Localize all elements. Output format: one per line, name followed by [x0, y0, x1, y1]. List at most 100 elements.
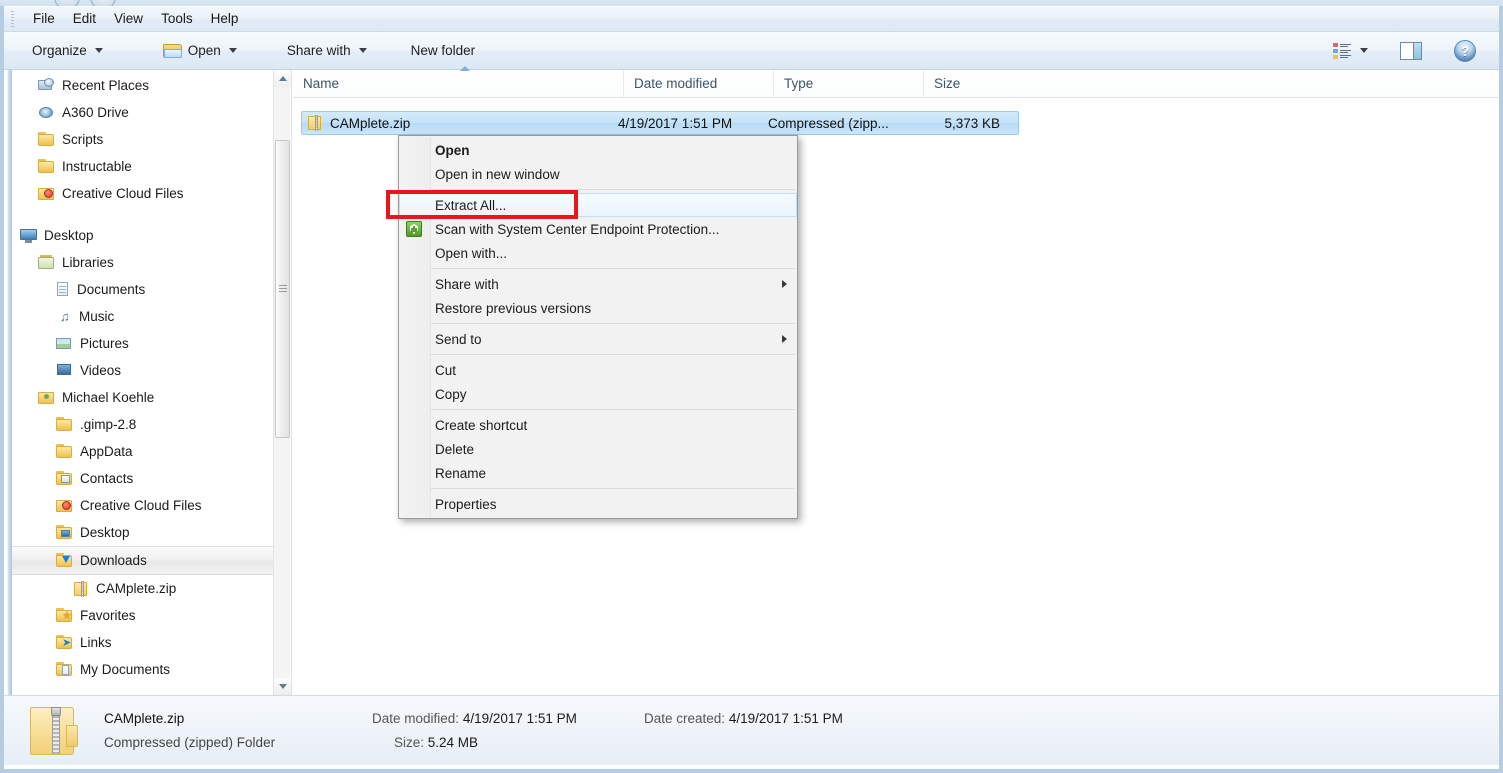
context-menu: Open Open in new window Extract All... Scan… — [398, 135, 798, 519]
help-button[interactable]: ? — [1449, 37, 1481, 65]
sidebar-item-label: Downloads — [80, 553, 147, 568]
sidebar-item-appdata[interactable]: AppData — [12, 438, 274, 465]
desktop-monitor-icon — [20, 228, 37, 243]
context-menu-item-label: Create shortcut — [435, 417, 528, 433]
sidebar-item-instructable[interactable]: Instructable — [12, 153, 274, 180]
my-documents-folder-icon — [56, 662, 73, 677]
favorites-folder-icon: ★ — [56, 608, 73, 623]
command-toolbar: Organize Open Share with New folder ? — [4, 32, 1499, 70]
context-menu-item-label: Send to — [435, 331, 482, 347]
sidebar-item-label: Pictures — [80, 336, 129, 351]
context-menu-item-share-with[interactable]: Share with — [399, 272, 797, 296]
scroll-down-button[interactable] — [274, 678, 291, 695]
sidebar-item-documents[interactable]: Documents — [12, 276, 274, 303]
column-header-date-modified[interactable]: Date modified — [623, 70, 773, 97]
sidebar-item-label: AppData — [80, 444, 133, 459]
context-menu-item-open-in-new-window[interactable]: Open in new window — [399, 162, 797, 186]
column-header-name[interactable]: Name — [293, 66, 623, 97]
sidebar-item-label: Music — [79, 309, 115, 324]
sidebar-item-a360-drive[interactable]: A360 Drive — [12, 99, 274, 126]
sidebar-item-my-documents[interactable]: My Documents — [12, 656, 274, 683]
pane-left-edge — [4, 70, 12, 695]
context-menu-item-label: Open with... — [435, 245, 508, 261]
context-menu-item-scan-with-system-center-endpoint-protection[interactable]: Scan with System Center Endpoint Protect… — [399, 217, 797, 241]
sidebar-item-label: Desktop — [80, 525, 130, 540]
sidebar-item-label: Scripts — [62, 132, 104, 147]
context-menu-item-delete[interactable]: Delete — [399, 437, 797, 461]
organize-button[interactable]: Organize — [22, 38, 113, 64]
details-columns: CAMplete.zip Compressed (zipped) Folder … — [104, 705, 944, 757]
navigation-scrollbar[interactable] — [273, 70, 291, 695]
sidebar-item-gimp-2-8[interactable]: .gimp-2.8 — [12, 411, 274, 438]
sidebar-item-desktop[interactable]: Desktop — [12, 519, 274, 546]
sidebar-item-scripts[interactable]: Scripts — [12, 126, 274, 153]
menu-file[interactable]: File — [24, 8, 64, 30]
shield-icon — [406, 221, 422, 237]
sidebar-item-label: Videos — [80, 363, 122, 378]
scroll-up-button[interactable] — [274, 70, 291, 87]
libraries-icon — [38, 255, 55, 270]
details-date-modified-row: Date modified: 4/19/2017 1:51 PM — [372, 707, 644, 731]
show-preview-pane-button[interactable] — [1395, 37, 1427, 65]
menu-edit[interactable]: Edit — [64, 8, 105, 30]
sidebar-item-music[interactable]: ♫ Music — [12, 303, 274, 330]
sidebar-item-recent-places[interactable]: Recent Places — [12, 72, 274, 99]
context-menu-separator — [430, 409, 795, 410]
sidebar-item-label: Desktop — [44, 228, 94, 243]
menu-help[interactable]: Help — [202, 8, 248, 30]
details-file-name: CAMplete.zip — [104, 710, 185, 726]
share-with-label: Share with — [286, 43, 351, 58]
context-menu-item-restore-previous-versions[interactable]: Restore previous versions — [399, 296, 797, 320]
open-button[interactable]: Open — [153, 38, 247, 64]
view-list-icon — [1333, 43, 1351, 59]
change-view-button[interactable] — [1328, 37, 1373, 65]
context-menu-item-label: Restore previous versions — [435, 300, 592, 316]
context-menu-item-copy[interactable]: Copy — [399, 382, 797, 406]
sidebar-item-desktop[interactable]: Desktop — [12, 222, 274, 249]
sidebar-item-favorites[interactable]: ★ Favorites — [12, 602, 274, 629]
navigation-group-gap — [12, 207, 274, 222]
column-header-size[interactable]: Size — [923, 70, 1023, 97]
sidebar-item-creative-cloud-files[interactable]: Creative Cloud Files — [12, 492, 274, 519]
context-menu-item-open-with[interactable]: Open with... — [399, 241, 797, 265]
context-menu-item-rename[interactable]: Rename — [399, 461, 797, 485]
file-size-cell: 5,373 KB — [944, 115, 1000, 131]
context-menu-item-properties[interactable]: Properties — [399, 492, 797, 516]
column-size-label: Size — [934, 76, 961, 91]
file-date-modified-cell: 4/19/2017 1:51 PM — [618, 115, 733, 131]
menu-view[interactable]: View — [105, 8, 152, 30]
folder-icon — [38, 132, 55, 147]
sidebar-item-videos[interactable]: Videos — [12, 357, 274, 384]
menu-tools[interactable]: Tools — [152, 8, 202, 30]
context-menu-item-send-to[interactable]: Send to — [399, 327, 797, 351]
sidebar-item-pictures[interactable]: Pictures — [12, 330, 274, 357]
sidebar-item-contacts[interactable]: Contacts — [12, 465, 274, 492]
context-menu-item-open[interactable]: Open — [399, 138, 797, 162]
sidebar-item-downloads[interactable]: Downloads — [12, 546, 274, 575]
context-menu-separator — [430, 268, 795, 269]
preview-pane-icon — [1400, 41, 1422, 60]
details-size-value: 5.24 MB — [427, 734, 479, 750]
table-row[interactable]: CAMplete.zip 4/19/2017 1:51 PM Compresse… — [301, 111, 1019, 135]
share-with-button[interactable]: Share with — [277, 38, 377, 64]
sidebar-item-camplete-zip[interactable]: CAMplete.zip — [12, 575, 274, 602]
column-type-label: Type — [784, 76, 814, 91]
context-menu-item-label: Open — [435, 142, 470, 158]
a360-drive-icon — [38, 106, 55, 120]
context-menu-separator — [430, 189, 795, 190]
sidebar-item-links[interactable]: ➤ Links — [12, 629, 274, 656]
sidebar-item-label: Libraries — [62, 255, 114, 270]
details-modified-column: Date modified: 4/19/2017 1:51 PM Size: 5… — [372, 708, 644, 754]
links-folder-icon: ➤ — [56, 635, 73, 650]
folder-icon — [56, 444, 73, 459]
context-menu-item-extract-all[interactable]: Extract All... — [399, 193, 797, 217]
context-menu-item-cut[interactable]: Cut — [399, 358, 797, 382]
new-folder-button[interactable]: New folder — [401, 38, 486, 64]
explorer-window: File Edit View Tools Help Organize Open … — [0, 0, 1503, 773]
sidebar-item-michael-koehle[interactable]: Michael Koehle — [12, 384, 274, 411]
sidebar-item-libraries[interactable]: Libraries — [12, 249, 274, 276]
column-header-type[interactable]: Type — [773, 70, 923, 97]
sidebar-item-creative-cloud-files[interactable]: Creative Cloud Files — [12, 180, 274, 207]
context-menu-item-create-shortcut[interactable]: Create shortcut — [399, 413, 797, 437]
scrollbar-thumb[interactable] — [275, 140, 290, 438]
